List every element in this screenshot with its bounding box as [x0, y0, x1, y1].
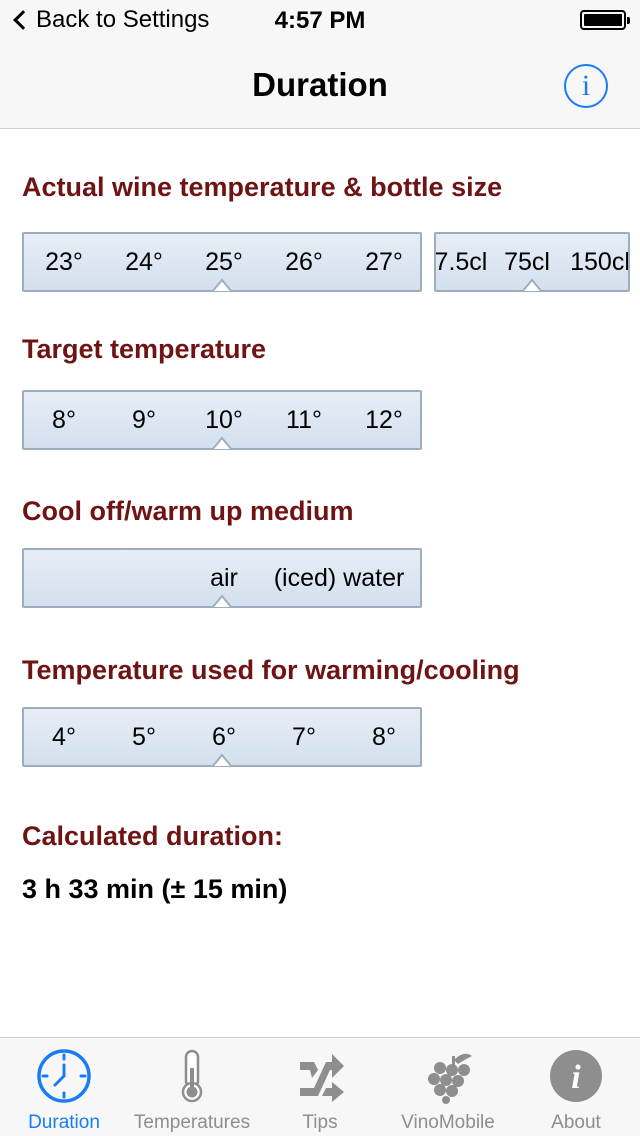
- navigation-bar: Duration i: [0, 40, 640, 129]
- tab-bar: Duration Temperatures Tips VinoMobile i …: [0, 1037, 640, 1136]
- battery-icon: [580, 10, 630, 30]
- picker-option[interactable]: 6°: [184, 723, 264, 752]
- picker-option[interactable]: (iced) water: [264, 564, 414, 593]
- picker-option[interactable]: 75cl: [494, 248, 560, 277]
- tab-label: Duration: [28, 1112, 100, 1133]
- tab-tips[interactable]: Tips: [256, 1038, 384, 1136]
- picker-option[interactable]: 150cl: [560, 248, 628, 277]
- picker-option[interactable]: 7°: [264, 723, 344, 752]
- page-title: Duration: [252, 66, 388, 103]
- selection-indicator: [212, 436, 232, 450]
- tab-label: Tips: [302, 1112, 338, 1133]
- picker-option[interactable]: 23°: [24, 248, 104, 277]
- picker-option[interactable]: 27°: [344, 248, 420, 277]
- picker-option[interactable]: 8°: [344, 723, 420, 752]
- picker-option[interactable]: 4°: [24, 723, 104, 752]
- clock-icon: [37, 1049, 91, 1103]
- tab-label: VinoMobile: [401, 1112, 495, 1133]
- info-icon: i: [550, 1050, 602, 1102]
- picker-option[interactable]: 10°: [184, 406, 264, 435]
- picker-option[interactable]: 9°: [104, 406, 184, 435]
- tab-label: Temperatures: [133, 1112, 251, 1133]
- status-bar: Back to Settings 4:57 PM: [0, 0, 640, 40]
- swap-arrows-icon: [300, 1054, 344, 1102]
- selection-indicator: [212, 753, 232, 767]
- tab-duration[interactable]: Duration: [0, 1038, 128, 1136]
- picker-option[interactable]: 12°: [344, 406, 420, 435]
- picker-option[interactable]: 26°: [264, 248, 344, 277]
- medium-title: Cool off/warm up medium: [22, 496, 354, 526]
- tab-label: About: [551, 1112, 601, 1133]
- tab-vinomobile[interactable]: VinoMobile: [384, 1038, 512, 1136]
- calculated-duration-title: Calculated duration:: [22, 821, 284, 851]
- info-button[interactable]: i: [564, 64, 608, 108]
- warming-cooling-temperature-title: Temperature used for warming/cooling: [22, 655, 520, 685]
- calculated-duration-value: 3 h 33 min (± 15 min): [22, 874, 288, 904]
- tab-about[interactable]: i About: [512, 1038, 640, 1136]
- target-temperature-title: Target temperature: [22, 334, 267, 364]
- selection-indicator: [212, 594, 232, 608]
- selection-indicator: [212, 278, 232, 292]
- picker-option[interactable]: 11°: [264, 406, 344, 435]
- status-time: 4:57 PM: [274, 7, 366, 34]
- picker-option[interactable]: 5°: [104, 723, 184, 752]
- thermometer-icon: [181, 1049, 203, 1103]
- picker-option[interactable]: 25°: [184, 248, 264, 277]
- picker-option[interactable]: 24°: [104, 248, 184, 277]
- picker-option[interactable]: air: [184, 564, 264, 593]
- selection-indicator: [522, 278, 542, 292]
- svg-text:i: i: [571, 1059, 581, 1096]
- picker-option[interactable]: 37.5cl: [436, 248, 494, 277]
- tab-temperatures[interactable]: Temperatures: [128, 1038, 256, 1136]
- grapes-icon: [428, 1053, 472, 1104]
- actual-temperature-title: Actual wine temperature & bottle size: [22, 172, 503, 202]
- picker-option[interactable]: 8°: [24, 406, 104, 435]
